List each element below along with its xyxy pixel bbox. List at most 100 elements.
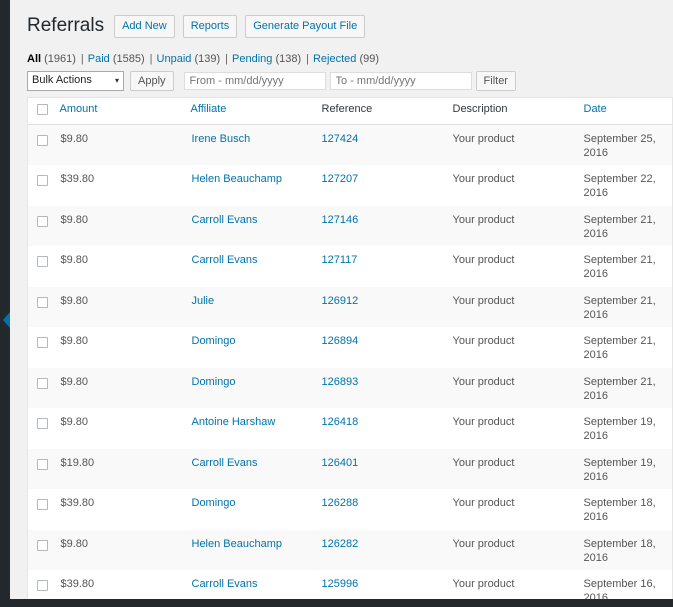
- affiliate-link[interactable]: Julie: [192, 295, 215, 307]
- filter-rejected-link[interactable]: Rejected: [313, 53, 356, 65]
- filter-rejected[interactable]: Rejected (99): [313, 53, 379, 65]
- reference-cell: 126288: [322, 489, 453, 530]
- affiliate-link[interactable]: Carroll Evans: [192, 457, 258, 469]
- filter-all[interactable]: All (1961): [27, 53, 76, 65]
- amount-cell: $9.80: [60, 213, 89, 226]
- affiliate-cell: Domingo: [191, 489, 322, 530]
- row-checkbox[interactable]: [37, 135, 48, 146]
- affiliate-link[interactable]: Carroll Evans: [192, 578, 258, 590]
- filter-paid-count: (1585): [112, 53, 145, 65]
- row-checkbox-cell: [28, 246, 60, 287]
- affiliate-link[interactable]: Antoine Harshaw: [192, 416, 276, 428]
- filter-unpaid[interactable]: Unpaid (139): [157, 53, 221, 65]
- affiliate-cell: Helen Beauchamp: [191, 530, 322, 571]
- amount-cell: $9.80: [60, 537, 89, 550]
- row-checkbox[interactable]: [37, 580, 48, 591]
- row-checkbox[interactable]: [37, 296, 48, 308]
- separator: |: [225, 53, 228, 65]
- bulk-actions-select[interactable]: Bulk Actions ▾: [27, 71, 124, 91]
- table-row: $19.80 Carroll Evans 126401 Your product…: [27, 448, 673, 490]
- current-menu-arrow-icon: [3, 312, 10, 328]
- affiliate-link[interactable]: Helen Beauchamp: [192, 173, 283, 185]
- description-cell: Your product: [452, 497, 515, 509]
- row-checkbox[interactable]: [37, 458, 48, 470]
- row-checkbox-cell: [28, 530, 60, 571]
- column-affiliate-link[interactable]: Affiliate: [191, 103, 227, 115]
- row-checkbox-cell: [28, 206, 60, 247]
- column-date[interactable]: Date: [583, 97, 673, 125]
- affiliate-link[interactable]: Helen Beauchamp: [192, 538, 283, 550]
- affiliate-cell: Helen Beauchamp: [191, 165, 322, 206]
- from-date-input[interactable]: [183, 72, 326, 90]
- filter-button[interactable]: Filter: [475, 71, 516, 91]
- reference-link[interactable]: 126893: [322, 376, 359, 388]
- reference-link[interactable]: 127424: [322, 133, 359, 145]
- filter-rejected-count: (99): [359, 53, 380, 65]
- description-cell: Your product: [452, 416, 515, 428]
- select-all-checkbox[interactable]: [37, 104, 48, 115]
- page-header: Referrals Add New Reports Generate Payou…: [27, 0, 673, 50]
- row-checkbox-cell: [28, 489, 60, 530]
- reference-link[interactable]: 126288: [322, 497, 359, 509]
- affiliate-cell: Julie: [191, 287, 322, 328]
- filter-unpaid-link[interactable]: Unpaid: [157, 53, 192, 65]
- separator: |: [80, 53, 84, 65]
- apply-button[interactable]: Apply: [130, 71, 174, 91]
- row-checkbox[interactable]: [37, 337, 48, 348]
- row-checkbox-cell: [28, 449, 60, 490]
- affiliate-link[interactable]: Irene Busch: [192, 133, 251, 145]
- reference-cell: 126418: [322, 408, 453, 449]
- affiliate-link[interactable]: Domingo: [192, 376, 236, 388]
- filter-paid-link[interactable]: Paid: [88, 53, 110, 65]
- column-description: Description: [452, 97, 584, 125]
- filter-all-label[interactable]: All: [27, 53, 41, 65]
- reference-link[interactable]: 126894: [322, 335, 359, 347]
- date-cell: September 21, 2016: [583, 254, 656, 280]
- row-checkbox[interactable]: [37, 418, 48, 429]
- reports-button[interactable]: Reports: [182, 14, 238, 38]
- filter-pending[interactable]: Pending (138): [232, 53, 301, 65]
- add-new-button[interactable]: Add New: [114, 14, 175, 38]
- table-toolbar: Bulk Actions ▾ Apply Filter: [27, 69, 673, 93]
- row-checkbox[interactable]: [37, 215, 48, 227]
- filter-paid[interactable]: Paid (1585): [88, 53, 145, 65]
- row-checkbox[interactable]: [37, 175, 48, 186]
- row-checkbox[interactable]: [37, 256, 48, 267]
- date-cell: September 21, 2016: [583, 335, 656, 361]
- separator: |: [306, 53, 309, 65]
- referrals-table: Amount Affiliate Reference Description D…: [27, 97, 673, 607]
- table-row: $9.80 Domingo 126893 Your product Septem…: [27, 367, 673, 409]
- select-all-cell: [27, 97, 60, 125]
- table-row: $39.80 Domingo 126288 Your product Septe…: [28, 489, 673, 530]
- select-arrows-icon: ▾: [114, 76, 119, 85]
- date-cell: September 18, 2016: [583, 537, 656, 564]
- reference-link[interactable]: 126912: [322, 295, 359, 307]
- reference-link[interactable]: 126282: [322, 538, 359, 550]
- affiliate-link[interactable]: Domingo: [192, 335, 236, 347]
- reference-link[interactable]: 127146: [322, 214, 359, 226]
- amount-cell: $19.80: [60, 456, 95, 469]
- reference-cell: 127424: [322, 125, 453, 166]
- column-date-link[interactable]: Date: [584, 103, 607, 115]
- column-amount[interactable]: Amount: [59, 97, 191, 125]
- row-checkbox-cell: [28, 368, 60, 409]
- to-date-input[interactable]: [329, 72, 472, 90]
- affiliate-cell: Carroll Evans: [191, 246, 322, 287]
- generate-payout-file-button[interactable]: Generate Payout File: [245, 14, 366, 38]
- filter-pending-link[interactable]: Pending: [232, 53, 272, 65]
- reference-link[interactable]: 126418: [322, 416, 359, 428]
- reference-link[interactable]: 127207: [322, 173, 359, 185]
- reference-cell: 126912: [322, 287, 453, 328]
- reference-link[interactable]: 126401: [322, 457, 359, 469]
- affiliate-link[interactable]: Carroll Evans: [192, 254, 258, 266]
- row-checkbox[interactable]: [37, 539, 48, 551]
- affiliate-link[interactable]: Carroll Evans: [192, 214, 258, 226]
- affiliate-link[interactable]: Domingo: [192, 497, 236, 509]
- row-checkbox[interactable]: [37, 377, 48, 389]
- column-affiliate[interactable]: Affiliate: [190, 97, 322, 125]
- reference-link[interactable]: 127117: [322, 254, 358, 266]
- column-amount-link[interactable]: Amount: [60, 103, 98, 115]
- reference-link[interactable]: 125996: [322, 578, 359, 590]
- row-checkbox-cell: [28, 125, 60, 166]
- row-checkbox[interactable]: [37, 499, 48, 510]
